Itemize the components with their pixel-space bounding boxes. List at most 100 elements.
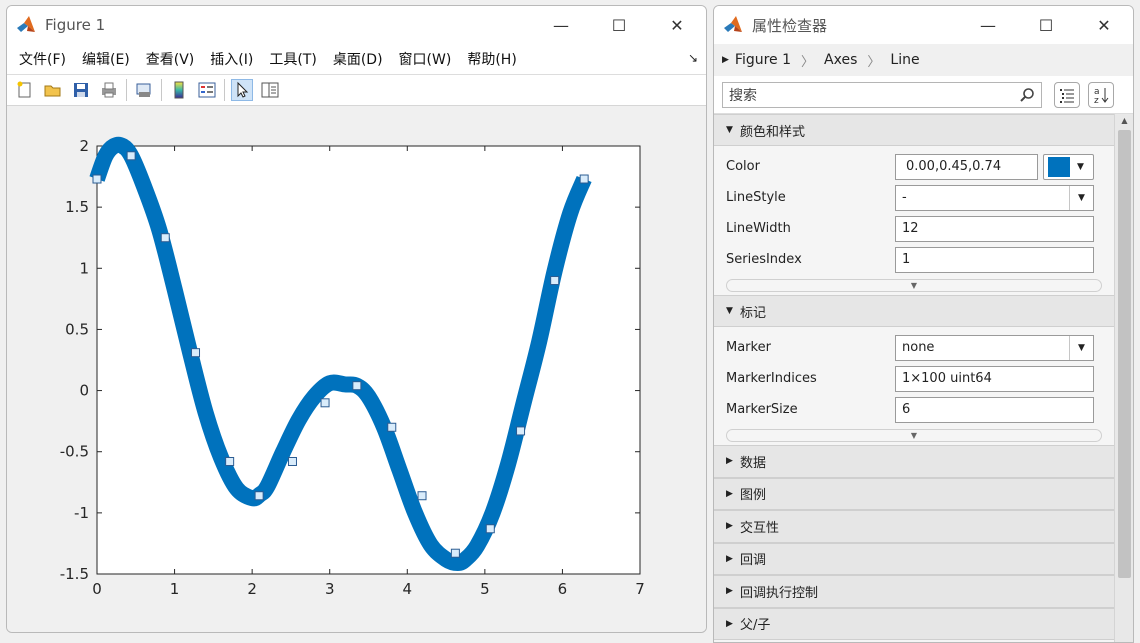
y-tick-label: 0.5 [65, 320, 89, 338]
maximize-button[interactable]: ☐ [590, 6, 648, 44]
search-placeholder: 搜索 [729, 87, 757, 104]
dock-arrow-icon[interactable]: ↘ [688, 51, 698, 65]
section-legend[interactable]: ▶ 图例 [714, 477, 1114, 510]
prop-label: Color [726, 159, 760, 174]
show-more-expander[interactable]: ▼ [714, 425, 1114, 445]
section-title: 数据 [740, 455, 767, 471]
group-by-category-button[interactable] [1054, 81, 1080, 108]
breadcrumb-expand-icon[interactable]: ▶ [722, 55, 729, 65]
y-tick-label: 0 [79, 382, 89, 400]
line-plot[interactable]: 0 1 2 3 4 5 6 7 2 1.5 1 0.5 0 -0.5 -1 -1.5 [7, 106, 706, 632]
selection-marker [160, 233, 170, 243]
menu-desktop[interactable]: 桌面(D) [325, 49, 391, 69]
y-tick-label: 1 [79, 259, 89, 277]
prop-label: Marker [726, 340, 771, 355]
y-tick-label: -1.5 [60, 565, 89, 583]
selection-marker [320, 398, 330, 408]
prop-label: SeriesIndex [726, 252, 802, 267]
breadcrumb: ▶ Figure 1 〉 Axes 〉 Line [714, 44, 1133, 76]
markersize-field[interactable]: 6 [895, 396, 1094, 423]
color-picker-button[interactable]: ▼ [1043, 153, 1094, 180]
svg-text:z: z [1094, 96, 1099, 105]
chevron-right-icon: 〉 [867, 54, 881, 70]
chevron-down-icon: ▼ [1077, 161, 1084, 172]
linestyle-dropdown[interactable]: - ▼ [895, 184, 1094, 211]
selection-marker [387, 422, 397, 432]
section-color-style[interactable]: ▼ 颜色和样式 [714, 114, 1114, 146]
prop-marker-row: Marker none ▼ [714, 332, 1114, 363]
breadcrumb-axes[interactable]: Axes [824, 52, 857, 68]
inspector-titlebar: 属性检查器 — ☐ ✕ [714, 6, 1133, 44]
property-editor-icon[interactable] [259, 79, 281, 101]
menu-view[interactable]: 查看(V) [138, 49, 203, 69]
prop-label: LineWidth [726, 221, 791, 236]
search-icon [1020, 87, 1034, 102]
x-tick-label: 2 [247, 580, 257, 598]
color-field[interactable]: 0.00,0.45,0.74 [895, 153, 1038, 180]
vertical-scrollbar[interactable]: ▲ [1114, 114, 1133, 642]
menu-help[interactable]: 帮助(H) [459, 49, 524, 69]
scroll-up-icon[interactable]: ▲ [1115, 116, 1133, 125]
show-more-expander[interactable]: ▼ [714, 275, 1114, 295]
scrollbar-thumb[interactable] [1118, 130, 1131, 578]
prop-markersize-row: MarkerSize 6 [714, 394, 1114, 425]
sort-alphabetically-button[interactable]: az [1088, 81, 1114, 108]
figure-canvas: 0 1 2 3 4 5 6 7 2 1.5 1 0.5 0 -0.5 -1 -1.5 [7, 106, 706, 632]
section-callbacks[interactable]: ▶ 回调 [714, 542, 1114, 575]
minimize-button[interactable]: — [959, 6, 1017, 44]
section-callback-execution[interactable]: ▶ 回调执行控制 [714, 575, 1114, 608]
x-tick-label: 3 [325, 580, 335, 598]
collapsed-triangle-icon: ▶ [726, 488, 733, 499]
x-tick-label: 0 [92, 580, 102, 598]
colorbar-icon[interactable] [168, 79, 190, 101]
seriesindex-field[interactable]: 1 [895, 246, 1094, 273]
minimize-button[interactable]: — [532, 6, 590, 44]
menu-window[interactable]: 窗口(W) [391, 49, 460, 69]
section-data[interactable]: ▶ 数据 [714, 445, 1114, 478]
selection-marker [92, 174, 102, 184]
section-parent-child[interactable]: ▶ 父/子 [714, 607, 1114, 640]
section-title: 回调 [740, 553, 767, 569]
new-figure-icon[interactable] [14, 79, 36, 101]
collapsed-triangle-icon: ▶ [726, 456, 733, 467]
print-preview-icon[interactable] [133, 79, 155, 101]
chevron-right-icon: 〉 [801, 54, 815, 70]
save-icon[interactable] [70, 79, 92, 101]
selection-marker [287, 456, 297, 466]
breadcrumb-figure[interactable]: Figure 1 [735, 52, 791, 68]
chevron-down-icon: ▼ [726, 428, 1102, 442]
maximize-button[interactable]: ☐ [1017, 6, 1075, 44]
menu-tools[interactable]: 工具(T) [261, 49, 324, 69]
linewidth-field[interactable]: 12 [895, 215, 1094, 242]
x-tick-label: 7 [635, 580, 645, 598]
toolbar-separator [161, 79, 162, 101]
close-button[interactable]: ✕ [648, 6, 706, 44]
markerindices-field[interactable]: 1×100 uint64 [895, 365, 1094, 392]
menu-file[interactable]: 文件(F) [11, 49, 74, 69]
section-title: 图例 [740, 488, 767, 504]
open-icon[interactable] [42, 79, 64, 101]
pointer-icon[interactable] [231, 79, 253, 101]
marker-dropdown[interactable]: none ▼ [895, 334, 1094, 361]
chevron-down-icon: ▼ [1069, 335, 1093, 360]
menu-insert[interactable]: 插入(I) [202, 49, 261, 69]
y-tick-label: 1.5 [65, 198, 89, 216]
search-input[interactable]: 搜索 [722, 81, 1042, 108]
menu-edit[interactable]: 编辑(E) [74, 49, 138, 69]
selection-marker [417, 491, 427, 501]
toolbar-separator [126, 79, 127, 101]
close-button[interactable]: ✕ [1075, 6, 1133, 44]
legend-icon[interactable] [196, 79, 218, 101]
prop-seriesindex-row: SeriesIndex 1 [714, 244, 1114, 275]
dropdown-value: none [902, 340, 935, 355]
figure-title: Figure 1 [45, 16, 106, 34]
x-tick-label: 1 [170, 580, 180, 598]
axes-box [96, 145, 641, 575]
section-markers[interactable]: ▼ 标记 [714, 295, 1114, 327]
prop-linestyle-row: LineStyle - ▼ [714, 182, 1114, 213]
color-swatch [1048, 156, 1070, 177]
section-interactivity[interactable]: ▶ 交互性 [714, 510, 1114, 543]
selection-marker [191, 348, 201, 358]
print-icon[interactable] [98, 79, 120, 101]
breadcrumb-line[interactable]: Line [890, 52, 919, 68]
